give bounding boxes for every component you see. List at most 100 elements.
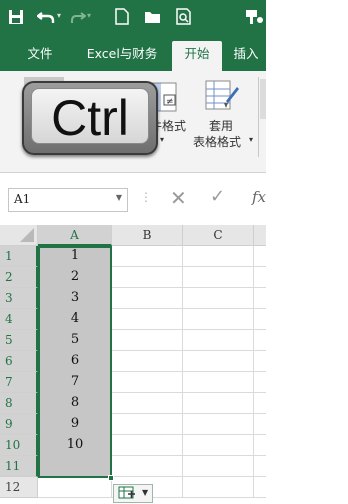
cell-a[interactable]: 4	[38, 309, 112, 330]
cell[interactable]	[112, 372, 183, 393]
cell[interactable]	[183, 330, 254, 351]
redo-dropdown-icon[interactable]: ▾	[87, 11, 91, 20]
column-header-c[interactable]: C	[183, 225, 254, 246]
cell[interactable]	[254, 393, 266, 414]
worksheet-grid[interactable]: A B C 1 1 2 2 3 3 4 4 5 5 6 6 7 7 8 8 9 9 10 10 11 12 ▼	[0, 225, 266, 504]
chevron-down-icon: ▼	[142, 488, 149, 497]
cell-a[interactable]: 10	[38, 435, 112, 456]
save-icon[interactable]	[6, 7, 26, 27]
cell[interactable]	[254, 372, 266, 393]
excel-window: ▾ ▾ 文件 Excel与财务 开始 插入 ≠ 件格式 ▾ 套用 表格格式 ▾ …	[0, 0, 266, 504]
cell-a[interactable]: 2	[38, 267, 112, 288]
cell[interactable]	[254, 435, 266, 456]
blank-area	[266, 0, 348, 504]
cell-a[interactable]: 1	[38, 246, 112, 267]
cell-a[interactable]: 6	[38, 351, 112, 372]
ctrl-key-overlay: Ctrl	[22, 81, 158, 155]
enter-icon[interactable]: ✓	[210, 186, 225, 207]
cell[interactable]	[112, 330, 183, 351]
select-all-button[interactable]	[0, 225, 38, 246]
quick-analysis-button[interactable]: ▼	[113, 484, 153, 503]
cell-a[interactable]: 7	[38, 372, 112, 393]
row-header[interactable]: 2	[0, 267, 38, 288]
row-header[interactable]: 7	[0, 372, 38, 393]
cell[interactable]	[112, 288, 183, 309]
cell[interactable]	[183, 309, 254, 330]
row-header[interactable]: 5	[0, 330, 38, 351]
column-header-b[interactable]: B	[112, 225, 183, 246]
cell[interactable]	[112, 414, 183, 435]
cell[interactable]	[254, 456, 266, 477]
redo-icon[interactable]	[68, 7, 88, 27]
cell[interactable]	[183, 456, 254, 477]
row-header[interactable]: 9	[0, 414, 38, 435]
row-header[interactable]: 8	[0, 393, 38, 414]
quick-analysis-icon	[118, 486, 136, 504]
cell[interactable]	[183, 414, 254, 435]
cell[interactable]	[112, 309, 183, 330]
cell[interactable]	[254, 309, 266, 330]
cell[interactable]	[183, 393, 254, 414]
undo-dropdown-icon[interactable]: ▾	[57, 11, 61, 20]
cell[interactable]	[112, 246, 183, 267]
cell[interactable]	[183, 372, 254, 393]
cell[interactable]	[112, 393, 183, 414]
cell[interactable]	[183, 267, 254, 288]
column-header-d[interactable]	[254, 225, 266, 246]
open-folder-icon[interactable]	[143, 7, 163, 27]
row-header[interactable]: 12	[0, 477, 38, 498]
name-box[interactable]: A1 ▼	[8, 188, 128, 212]
row-header[interactable]: 6	[0, 351, 38, 372]
cell[interactable]	[254, 351, 266, 372]
chevron-down-icon[interactable]: ▾	[160, 135, 164, 144]
row-header[interactable]: 3	[0, 288, 38, 309]
cell[interactable]	[254, 477, 266, 498]
ribbon-separator	[258, 77, 259, 157]
name-box-value: A1	[14, 192, 31, 206]
svg-text:≠: ≠	[166, 97, 174, 107]
cell[interactable]	[254, 330, 266, 351]
tab-file[interactable]: 文件	[20, 41, 60, 71]
cell[interactable]	[112, 456, 183, 477]
row-header[interactable]: 1	[0, 246, 38, 267]
cell[interactable]	[183, 288, 254, 309]
row-header[interactable]: 11	[0, 456, 38, 477]
chevron-down-icon[interactable]: ▼	[116, 193, 122, 202]
formula-bar: A1 ▼ ⋮ ✕ ✓ fx	[0, 173, 266, 225]
insert-function-button[interactable]: fx	[252, 188, 266, 206]
cell[interactable]	[183, 351, 254, 372]
cell-a[interactable]: 3	[38, 288, 112, 309]
cell[interactable]	[254, 288, 266, 309]
cell[interactable]	[254, 246, 266, 267]
cell-a[interactable]: 9	[38, 414, 112, 435]
cell[interactable]	[183, 435, 254, 456]
cell-a[interactable]	[38, 456, 112, 477]
tab-insert[interactable]: 插入	[226, 41, 266, 71]
cell[interactable]	[254, 414, 266, 435]
tab-home[interactable]: 开始	[172, 41, 222, 71]
cell[interactable]	[183, 477, 254, 498]
table-format-label-2[interactable]: 表格格式	[193, 133, 241, 150]
cell-a[interactable]: 8	[38, 393, 112, 414]
format-painter-icon[interactable]	[244, 7, 264, 27]
table-format-label-1[interactable]: 套用	[209, 117, 233, 134]
cell[interactable]	[112, 267, 183, 288]
print-preview-icon[interactable]	[174, 7, 194, 27]
row-header[interactable]: 10	[0, 435, 38, 456]
cell[interactable]	[112, 435, 183, 456]
new-file-icon[interactable]	[112, 7, 132, 27]
column-header-a[interactable]: A	[38, 225, 112, 246]
cell[interactable]	[112, 351, 183, 372]
tab-excel-finance[interactable]: Excel与财务	[78, 41, 166, 71]
fill-handle[interactable]	[108, 475, 114, 481]
cell[interactable]	[254, 267, 266, 288]
row-header[interactable]: 4	[0, 309, 38, 330]
cell-a[interactable]	[38, 477, 112, 498]
cell[interactable]	[183, 246, 254, 267]
table-format-icon[interactable]	[204, 79, 240, 117]
ctrl-key-label: Ctrl	[31, 88, 149, 146]
cell-a[interactable]: 5	[38, 330, 112, 351]
chevron-down-icon[interactable]: ▾	[249, 135, 253, 144]
cancel-icon[interactable]: ✕	[170, 186, 187, 210]
undo-icon[interactable]	[36, 7, 56, 27]
